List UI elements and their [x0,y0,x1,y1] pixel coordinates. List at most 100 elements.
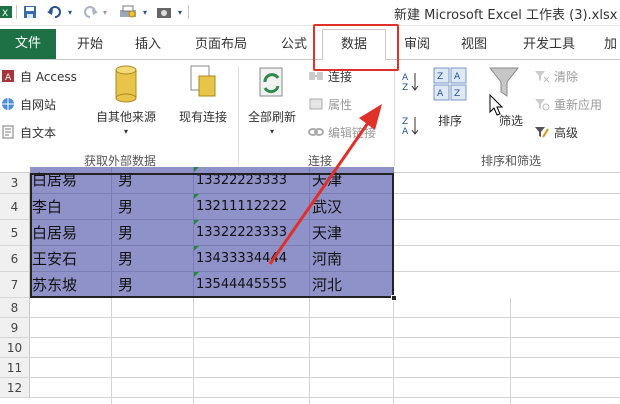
customize-qat-icon[interactable]: ▾ [176,4,184,20]
save-icon[interactable] [22,4,38,20]
row-header[interactable]: 8 [0,298,30,318]
cell-gender[interactable]: 男 [112,220,194,246]
cell-name[interactable]: 白居易 [30,220,112,246]
qat-dropdown-icon[interactable]: ▾ [141,4,149,20]
fill-handle[interactable] [391,295,397,301]
tab-view[interactable]: 视图 [454,34,494,56]
camera-icon[interactable] [155,4,173,20]
properties-button[interactable]: 属性 [308,94,352,114]
cell-phone[interactable]: 13211112222 [194,194,310,220]
cell-phone[interactable]: 13322223333 [194,167,310,194]
svg-text:Z: Z [437,72,443,82]
edit-links-button[interactable]: 编辑链接 [308,122,376,142]
error-indicator-icon [194,220,199,225]
svg-text:Z: Z [402,117,408,127]
undo-icon[interactable] [46,4,64,20]
from-web-label: 自网站 [20,97,57,112]
cell-phone[interactable]: 13544445555 [194,272,310,298]
row-header[interactable]: 5 [0,220,30,246]
sort-descending-button[interactable]: ZA [402,116,420,137]
cell-phone-text: 13322223333 [196,173,287,188]
cell-gender[interactable]: 男 [112,246,194,272]
row-header[interactable]: 6 [0,246,30,272]
from-other-sources-label: 自其他来源 [95,110,156,124]
cell-phone-text: 13544445555 [196,277,287,292]
from-text-label: 自文本 [20,125,57,140]
tab-file[interactable]: 文件 [0,29,56,59]
refresh-icon [242,62,302,106]
row-header[interactable]: 4 [0,194,30,220]
cell-phone[interactable]: 13433334444 [194,246,310,272]
refresh-all-button[interactable]: 全部刷新 ▾ [242,62,302,136]
svg-text:Z: Z [454,89,460,99]
existing-connections-label: 现有连接 [178,110,227,124]
clear-filter-label: 清除 [554,69,579,84]
svg-text:A: A [437,89,444,99]
dropdown-arrow-icon: ▾ [123,127,128,136]
ribbon-data: A 自 Access 自网站 自文本 自其他来源 ▾ 现有连接 获取外部数据 全… [0,60,620,173]
cell-city[interactable]: 河北 [310,272,394,298]
row-header[interactable]: 11 [0,358,30,378]
group-separator-1 [238,66,239,166]
refresh-dropdown-icon: ▾ [269,127,274,136]
row-header[interactable]: 9 [0,318,30,338]
from-web-button[interactable]: 自网站 [0,94,56,114]
properties-label: 属性 [328,97,353,112]
mouse-cursor-icon [489,94,503,116]
quick-print-icon[interactable] [118,4,138,20]
cell-city[interactable]: 天津 [310,167,394,194]
qat-separator [16,5,17,19]
tab-home[interactable]: 开始 [70,34,110,56]
advanced-filter-icon [534,125,550,139]
cell-name[interactable]: 王安石 [30,246,112,272]
row-header[interactable]: 12 [0,378,30,398]
row-header[interactable]: 10 [0,338,30,358]
row-header[interactable]: 3 [0,173,30,194]
reapply-button[interactable]: 重新应用 [534,94,602,114]
from-text-button[interactable]: 自文本 [0,122,56,142]
refresh-all-label: 全部刷新 [247,110,296,124]
cell-phone[interactable]: 13322223333 [194,220,310,246]
window-title: 新建 Microsoft Excel 工作表 (3).xlsx [394,8,618,23]
worksheet-grid[interactable]: 3 4 5 6 7 8 9 10 11 12 白居易 男 13322223333… [0,167,620,404]
svg-text:X: X [2,9,8,19]
tab-review[interactable]: 审阅 [397,34,437,56]
svg-text:A: A [402,73,409,83]
ribbon-tab-bar: 文件 开始 插入 页面布局 公式 数据 审阅 视图 开发工具 加 [0,26,620,61]
cell-gender[interactable]: 男 [112,167,194,194]
cell-name[interactable]: 白居易 [30,167,112,194]
tab-developer[interactable]: 开发工具 [515,34,583,56]
sort-dialog-icon: ZAAZ [428,66,472,106]
row-header[interactable]: 7 [0,272,30,298]
cell-city[interactable]: 河南 [310,246,394,272]
tab-more[interactable]: 加 [604,34,620,56]
tab-insert[interactable]: 插入 [128,34,168,56]
text-file-icon [0,125,16,139]
cell-name[interactable]: 李白 [30,194,112,220]
from-access-button[interactable]: A 自 Access [0,66,77,86]
cell-city[interactable]: 武汉 [310,194,394,220]
redo-icon[interactable] [82,4,98,20]
tab-formulas[interactable]: 公式 [274,34,314,56]
cell-gender[interactable]: 男 [112,272,194,298]
cell-phone-text: 13433334444 [196,251,287,266]
sort-button[interactable]: ZAAZ 排序 [428,66,472,129]
undo-dropdown-icon[interactable]: ▾ [66,4,74,20]
advanced-filter-button[interactable]: 高级 [534,122,578,142]
sort-filter-group-label: 排序和筛选 [480,154,541,168]
clear-filter-button[interactable]: 清除 [534,66,578,86]
tab-page-layout[interactable]: 页面布局 [188,34,254,56]
existing-connections-icon [170,62,236,106]
cell-city[interactable]: 天津 [310,220,394,246]
empty-grid-area[interactable] [30,298,620,404]
right-empty-columns[interactable] [394,173,620,298]
database-icon [90,62,162,106]
redo-dropdown-icon[interactable]: ▾ [101,4,109,20]
error-indicator-icon [194,272,199,277]
sort-ascending-button[interactable]: AZ [402,72,420,93]
access-icon: A [0,69,16,83]
from-other-sources-button[interactable]: 自其他来源 ▾ [90,62,162,136]
cell-name[interactable]: 苏东坡 [30,272,112,298]
existing-connections-button[interactable]: 现有连接 [170,62,236,125]
cell-gender[interactable]: 男 [112,194,194,220]
